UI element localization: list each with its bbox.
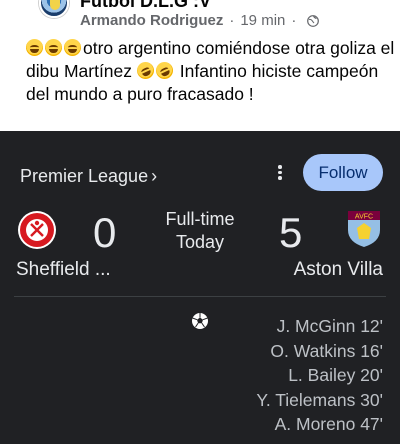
away-score: 5 bbox=[279, 209, 303, 256]
avatar-logo-mark bbox=[50, 0, 60, 10]
scorer-item: L. Bailey 20' bbox=[288, 365, 383, 385]
home-team-name[interactable]: Sheffield ... bbox=[16, 259, 111, 281]
laughing-emoji-icon bbox=[45, 39, 62, 56]
post-author[interactable]: Armando Rodriguez bbox=[80, 12, 223, 29]
scorer-item: Y. Tielemans 30' bbox=[256, 389, 383, 410]
chevron-right-icon: › bbox=[151, 166, 158, 186]
status-date: Today bbox=[175, 232, 225, 252]
post-meta: Armando Rodriguez · 19 min · bbox=[80, 12, 320, 29]
rolling-laughing-emoji-icon bbox=[134, 59, 157, 82]
away-team-name[interactable]: Aston Villa bbox=[294, 259, 383, 281]
home-score: 0 bbox=[93, 209, 117, 256]
globe-icon bbox=[307, 14, 320, 27]
scorer-item: J. McGinn 12' bbox=[276, 316, 383, 336]
sheffield-united-crest-icon[interactable] bbox=[17, 210, 57, 250]
post-time[interactable]: 19 min bbox=[240, 12, 285, 29]
divider bbox=[14, 296, 386, 297]
soccer-ball-icon bbox=[192, 313, 208, 329]
meta-separator: · bbox=[229, 12, 235, 29]
rolling-laughing-emoji-icon bbox=[153, 59, 176, 82]
status-fulltime: Full-time bbox=[165, 209, 235, 229]
league-name: Premier League bbox=[20, 166, 149, 186]
more-options-icon[interactable] bbox=[276, 163, 284, 185]
meta-separator-2: · bbox=[291, 12, 297, 29]
page-avatar[interactable] bbox=[39, 0, 69, 18]
away-scorers-list: J. McGinn 12' O. Watkins 16' L. Bailey 2… bbox=[256, 314, 383, 437]
scorer-item: A. Moreno 47' bbox=[274, 414, 383, 434]
match-status: Full-time Today bbox=[150, 208, 250, 254]
laughing-emoji-icon bbox=[26, 39, 43, 56]
page-name[interactable]: Futbol D.L.G :V bbox=[80, 0, 211, 12]
follow-button[interactable]: Follow bbox=[303, 154, 383, 191]
league-link[interactable]: Premier League › bbox=[20, 166, 157, 187]
match-card: Premier League › Follow 0 Full-time Today… bbox=[0, 131, 400, 444]
aston-villa-crest-icon[interactable]: AVFC bbox=[344, 208, 384, 248]
aston-villa-crest-text: AVFC bbox=[355, 214, 373, 221]
scorer-item: O. Watkins 16' bbox=[270, 340, 383, 361]
laughing-emoji-icon bbox=[64, 39, 81, 56]
post-text: otro argentino comiéndose otra goliza el… bbox=[26, 37, 396, 106]
facebook-post: Futbol D.L.G :V Armando Rodriguez · 19 m… bbox=[0, 0, 400, 131]
